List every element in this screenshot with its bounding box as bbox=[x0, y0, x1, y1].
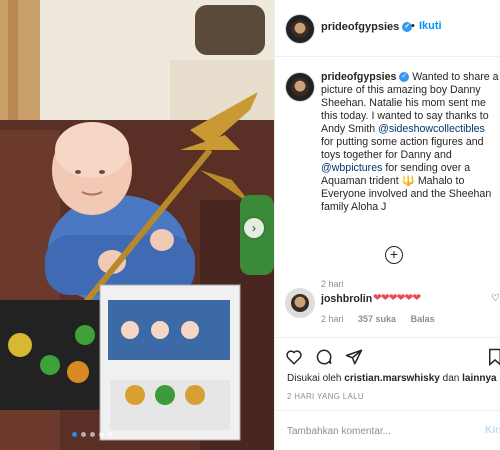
reply-button[interactable]: Balas bbox=[411, 314, 435, 324]
avatar[interactable] bbox=[285, 72, 315, 102]
trident-emoji: 🔱 bbox=[401, 175, 415, 187]
post-photo[interactable]: › bbox=[0, 0, 274, 450]
instagram-post-modal: › prideofgypsies ✓ • Ikuti prideofgypsies… bbox=[0, 0, 500, 450]
caption-username[interactable]: prideofgypsies bbox=[321, 71, 396, 83]
comment-row: joshbrolin ❤❤❤❤❤❤ ♡ 2 hari 357 suka Bala… bbox=[275, 286, 500, 332]
liked-middle: dan bbox=[439, 373, 463, 384]
carousel-dot bbox=[108, 432, 113, 437]
comment-time[interactable]: 2 hari bbox=[321, 314, 344, 324]
carousel-dot bbox=[90, 432, 95, 437]
liked-prefix: Disukai oleh bbox=[287, 373, 345, 384]
share-icon[interactable] bbox=[345, 348, 363, 366]
liked-by: Disukai oleh cristian.marswhisky dan lai… bbox=[287, 373, 497, 384]
avatar[interactable] bbox=[285, 288, 315, 318]
comment-input[interactable] bbox=[285, 425, 479, 438]
post-timestamp[interactable]: 2 HARI YANG LALU bbox=[287, 392, 364, 401]
caption-part: for putting some action figures and toys… bbox=[321, 136, 484, 161]
load-more-comments-icon[interactable]: + bbox=[385, 246, 403, 264]
comment-likes[interactable]: 357 suka bbox=[358, 314, 396, 324]
comment-text: ❤❤❤❤❤❤ bbox=[373, 292, 421, 304]
carousel-dot bbox=[81, 432, 86, 437]
mention-link[interactable]: @wbpictures bbox=[321, 162, 382, 174]
liked-others[interactable]: lainnya bbox=[462, 373, 496, 384]
post-side-panel: prideofgypsies ✓ • Ikuti prideofgypsies ✓ … bbox=[274, 0, 500, 450]
avatar[interactable] bbox=[285, 14, 315, 44]
comment-meta: 2 hari 357 suka Balas bbox=[321, 314, 447, 324]
header-username[interactable]: prideofgypsies bbox=[321, 21, 399, 33]
header-separator: • bbox=[411, 20, 415, 32]
follow-button[interactable]: Ikuti bbox=[419, 20, 442, 32]
verified-icon: ✓ bbox=[399, 72, 410, 83]
header-username-wrap: prideofgypsies ✓ bbox=[321, 21, 413, 33]
comment-icon[interactable] bbox=[315, 348, 333, 366]
mention-link[interactable]: @sideshowcollectibles bbox=[378, 123, 485, 135]
comment-like-icon[interactable]: ♡ bbox=[491, 293, 500, 304]
action-bar bbox=[275, 337, 500, 378]
save-icon[interactable] bbox=[487, 348, 500, 366]
post-header: prideofgypsies ✓ • Ikuti bbox=[275, 0, 500, 57]
add-comment-bar: Kirim bbox=[275, 410, 500, 450]
carousel-dot bbox=[99, 432, 104, 437]
send-comment-button[interactable]: Kirim bbox=[485, 425, 500, 436]
liked-user[interactable]: cristian.marswhisky bbox=[344, 373, 440, 384]
carousel-dot bbox=[72, 432, 77, 437]
caption-text: prideofgypsies ✓ Wanted to share a pictur… bbox=[321, 71, 499, 214]
next-photo-button[interactable]: › bbox=[244, 218, 264, 238]
photo-illustration bbox=[0, 0, 274, 450]
carousel-dots bbox=[72, 432, 113, 437]
like-icon[interactable] bbox=[285, 348, 303, 366]
comment-username[interactable]: joshbrolin bbox=[321, 293, 372, 305]
